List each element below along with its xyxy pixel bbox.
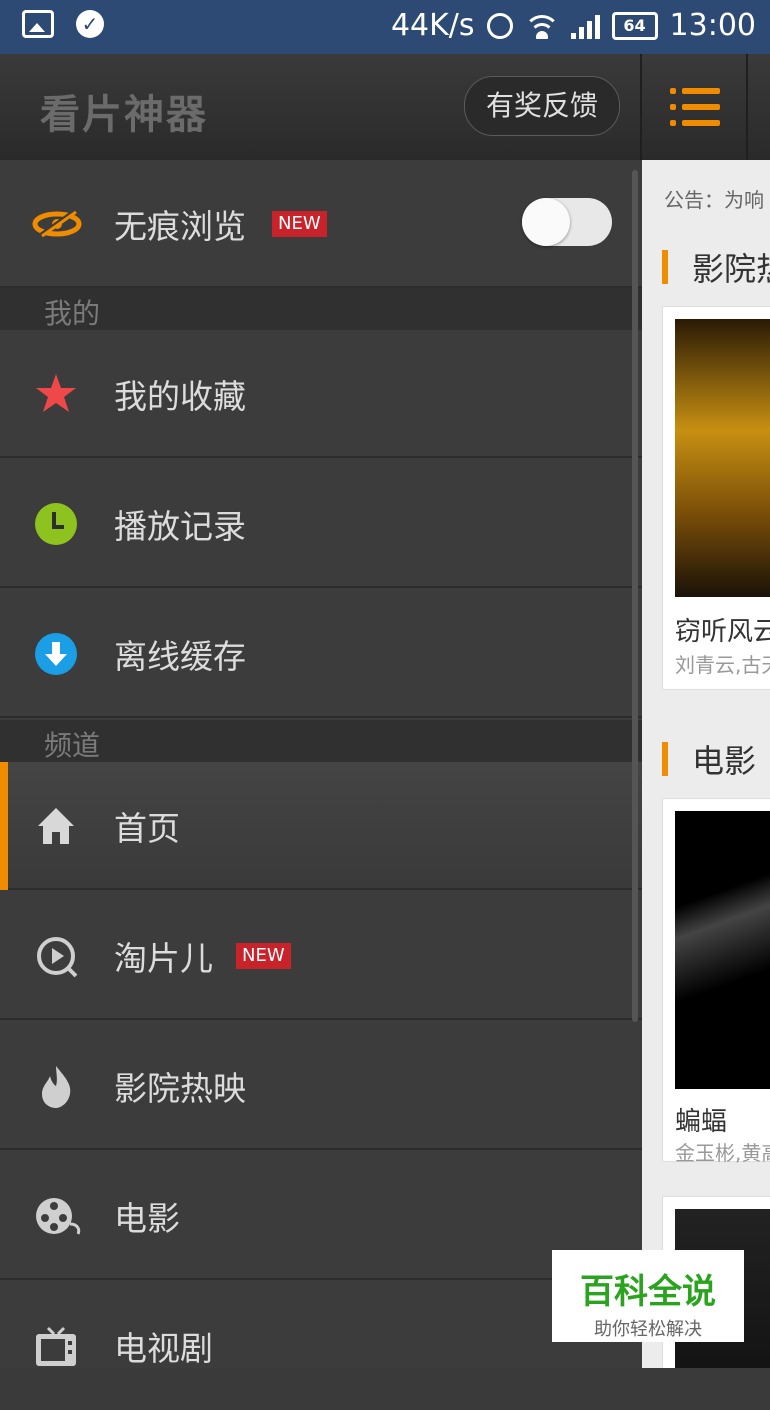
movie-poster	[675, 319, 770, 597]
sidebar-item-home[interactable]: 首页	[0, 762, 642, 890]
movie-cast: 金玉彬,黄高	[675, 1141, 770, 1165]
section-title-text: 电影	[692, 742, 757, 780]
new-badge: NEW	[272, 211, 327, 237]
clock-icon	[35, 503, 77, 545]
incognito-toggle[interactable]	[522, 198, 612, 246]
movie-title: 蝙蝠	[675, 1107, 728, 1137]
sidebar-item-label: 电视剧	[114, 1329, 213, 1368]
section-header-mine: 我的	[0, 288, 642, 330]
check-notification-icon: ✓	[76, 10, 104, 38]
sidebar-item-now-showing[interactable]: 影院热映	[0, 1022, 642, 1150]
section-label: 频道	[44, 729, 101, 762]
header-divider	[640, 54, 642, 160]
sidebar-item-history[interactable]: 播放记录	[0, 460, 642, 588]
status-bar: ✓ 44K/s 64 13:00	[0, 0, 770, 54]
movie-cast: 刘青云,古天	[675, 653, 770, 677]
sidebar-item-offline-cache[interactable]: 离线缓存	[0, 590, 642, 718]
play-search-icon	[37, 937, 78, 978]
main-content: 公告：为响 影院热 窃听风云 刘青云,古天 电影 蝙蝠 金玉彬,黄高	[642, 160, 770, 1368]
watermark-logo: 百科全说 助你轻松解决	[552, 1250, 744, 1342]
menu-icon[interactable]	[670, 88, 720, 126]
flame-icon	[42, 1066, 71, 1108]
sidebar-item-label: 电影	[114, 1199, 180, 1238]
section-title: 影院热	[662, 244, 770, 290]
sidebar-item-label: 淘片儿	[114, 939, 213, 978]
feedback-button[interactable]: 有奖反馈	[464, 76, 620, 136]
download-icon	[35, 633, 77, 675]
sidebar-item-movies[interactable]: 电影	[0, 1152, 642, 1280]
sidebar-item-label: 播放记录	[114, 507, 246, 546]
side-drawer: 无痕浏览 NEW 我的 我的收藏 播放记录 离线缓存 频道 首页 淘片儿 NEW…	[0, 160, 642, 1368]
sidebar-item-label: 我的收藏	[114, 377, 246, 416]
section-title: 电影	[662, 736, 756, 782]
active-indicator	[0, 762, 8, 890]
sidebar-item-label: 离线缓存	[114, 637, 246, 676]
star-icon	[36, 374, 76, 412]
alarm-icon	[486, 12, 513, 39]
drawer-scrollbar[interactable]	[632, 170, 638, 1022]
clock: 13:00	[669, 8, 756, 43]
home-icon	[38, 808, 74, 844]
movie-title: 窃听风云	[675, 617, 770, 647]
sidebar-item-taopian[interactable]: 淘片儿 NEW	[0, 892, 642, 1020]
movie-card[interactable]: 蝙蝠 金玉彬,黄高	[662, 798, 770, 1165]
wifi-icon	[524, 13, 559, 39]
app-header: 看片神器 有奖反馈	[0, 54, 770, 160]
incognito-label: 无痕浏览	[114, 207, 246, 246]
sidebar-item-favorites[interactable]: 我的收藏	[0, 330, 642, 458]
sidebar-item-label: 首页	[114, 809, 180, 848]
watermark-title: 百科全说	[580, 1272, 716, 1312]
announcement[interactable]: 公告：为响	[664, 184, 764, 213]
incognito-eye-icon	[32, 209, 82, 239]
section-label: 我的	[44, 297, 101, 330]
section-header-channels: 频道	[0, 720, 642, 762]
watermark-subtitle: 助你轻松解决	[594, 1319, 702, 1340]
sidebar-item-label: 影院热映	[114, 1069, 246, 1108]
network-speed: 44K/s	[390, 8, 475, 43]
sidebar-item-tv-series[interactable]: 电视剧	[0, 1282, 642, 1410]
movie-poster	[675, 811, 770, 1089]
app-title: 看片神器	[40, 92, 208, 138]
incognito-row[interactable]: 无痕浏览 NEW	[0, 160, 642, 288]
tv-icon	[36, 1326, 76, 1366]
signal-icon	[570, 13, 600, 39]
movie-card[interactable]: 窃听风云 刘青云,古天	[662, 306, 770, 690]
new-badge: NEW	[236, 943, 291, 969]
section-title-text: 影院热	[692, 250, 770, 288]
battery-icon: 64	[611, 11, 658, 40]
image-notification-icon	[22, 10, 54, 38]
film-reel-icon	[36, 1198, 81, 1235]
header-divider	[746, 54, 748, 160]
